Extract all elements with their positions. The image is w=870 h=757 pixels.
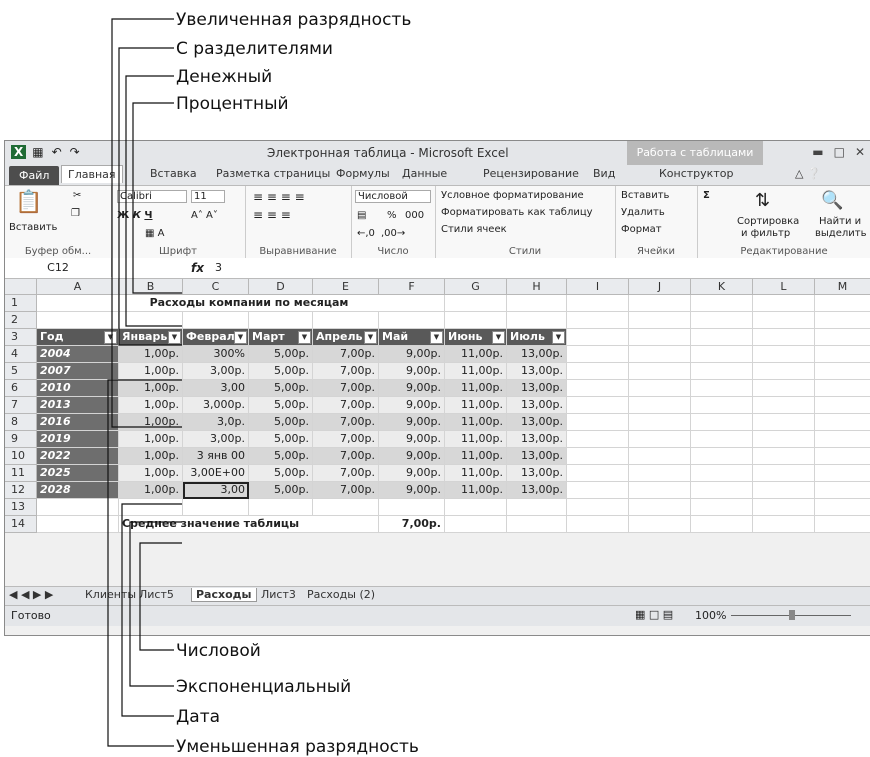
leader-increase-decimal <box>111 18 182 428</box>
leader-percent <box>132 102 182 294</box>
leader-date <box>121 503 182 717</box>
leader-currency <box>125 75 182 327</box>
leader-decrease-decimal <box>107 379 182 747</box>
leader-scientific <box>129 521 182 687</box>
leader-comma-style <box>118 47 182 346</box>
callout-lines <box>107 18 182 747</box>
leader-number <box>139 542 182 651</box>
